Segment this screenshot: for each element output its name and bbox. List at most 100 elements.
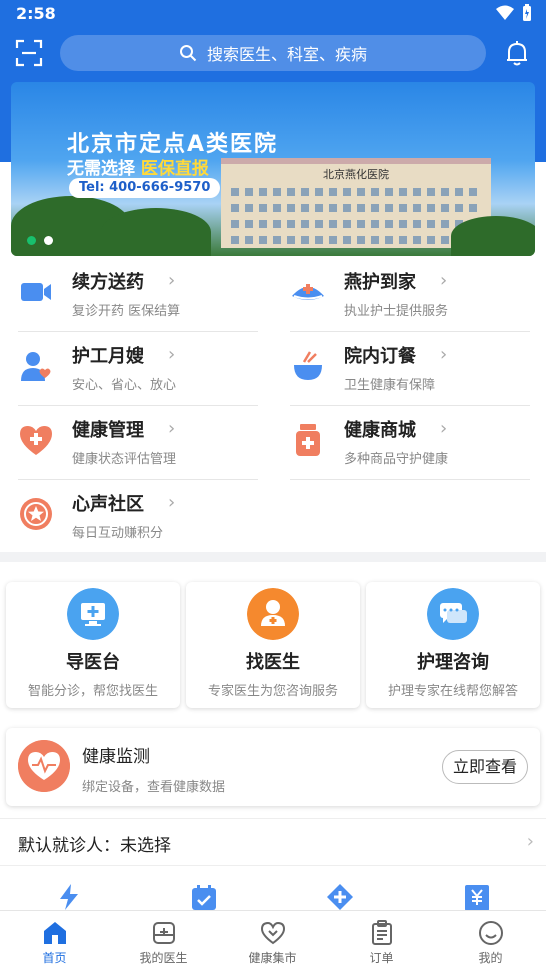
tree-graphic: [451, 216, 535, 256]
card-desc: 专家医生为您咨询服务: [207, 684, 338, 699]
caregiver-icon: [21, 352, 51, 381]
chevron-right-icon: ›: [526, 831, 534, 852]
service-desc: 多种商品守护健康: [344, 452, 449, 467]
service-item-meal-order[interactable]: 院内订餐 › 卫生健康有保障: [290, 332, 530, 406]
divider: [290, 479, 530, 480]
view-now-button[interactable]: 立即查看: [442, 750, 528, 784]
chevron-right-icon: ›: [440, 344, 448, 365]
lightning-icon[interactable]: [54, 882, 84, 912]
search-icon: [179, 45, 197, 62]
notification-button[interactable]: [502, 38, 532, 68]
service-name: 续方送药: [72, 272, 144, 293]
window-row: [231, 236, 481, 244]
card-find-doctor[interactable]: 找医生 专家医生为您咨询服务: [186, 582, 360, 708]
search-placeholder: 搜索医生、科室、疾病: [206, 45, 367, 64]
service-item-prescription-delivery[interactable]: 续方送药 › 复诊开药 医保结算: [18, 258, 258, 332]
banner-subtitle-highlight: 医保直报: [140, 159, 209, 179]
smile-icon: [479, 921, 503, 945]
service-desc: 每日互动赚积分: [72, 526, 164, 541]
service-desc: 复诊开药 医保结算: [72, 304, 181, 319]
status-bar: 2:58: [0, 0, 546, 28]
service-item-caregiver[interactable]: 护工月嫂 › 安心、省心、放心: [18, 332, 258, 406]
service-item-health-mall[interactable]: 健康商城 › 多种商品守护健康: [290, 406, 530, 480]
service-name: 院内订餐: [344, 346, 416, 367]
diamond-plus-icon[interactable]: [325, 882, 355, 912]
card-nursing-consult[interactable]: 护理咨询 护理专家在线帮您解答: [366, 582, 540, 708]
service-name: 健康管理: [72, 420, 144, 441]
tab-label: 订单: [369, 951, 394, 965]
service-desc: 卫生健康有保障: [344, 378, 436, 393]
service-name: 心声社区: [72, 494, 144, 515]
card-title: 找医生: [246, 652, 300, 673]
tab-label: 我的: [478, 951, 503, 965]
tab-orders[interactable]: 订单: [327, 911, 436, 968]
service-name: 燕护到家: [344, 272, 416, 293]
nurse-cap-icon: [292, 284, 324, 300]
banner-phone: Tel: 400-666-9570: [69, 178, 221, 198]
scan-button[interactable]: [14, 38, 44, 68]
service-name: 健康商城: [344, 420, 416, 441]
chat-bubbles-icon: [427, 588, 479, 640]
tab-health-market[interactable]: 健康集市: [218, 911, 327, 968]
scan-icon: [15, 39, 43, 67]
medicine-bottle-icon: [296, 424, 320, 456]
yuan-bill-icon[interactable]: [462, 882, 492, 912]
calendar-check-icon[interactable]: [189, 882, 219, 912]
card-desc: 智能分诊，帮您找医生: [27, 684, 158, 699]
service-item-health-management[interactable]: 健康管理 › 健康状态评估管理: [18, 406, 258, 480]
banner-subtitle-prefix: 无需选择: [67, 159, 141, 179]
status-time: 2:58: [16, 4, 56, 23]
star-badge-icon: [20, 498, 52, 530]
service-item-community[interactable]: 心声社区 › 每日互动赚积分: [18, 480, 258, 554]
doctor-icon: [247, 588, 299, 640]
chevron-right-icon: ›: [168, 270, 176, 291]
home-icon: [44, 922, 66, 944]
default-patient-row[interactable]: 默认就诊人：未选择 ›: [0, 818, 546, 866]
card-desc: 护理专家在线帮您解答: [387, 684, 518, 699]
meal-bowl-icon: [294, 351, 322, 380]
carousel-dot[interactable]: [44, 236, 53, 245]
health-monitor-card[interactable]: 健康监测 绑定设备，查看健康数据 立即查看: [6, 728, 540, 806]
service-desc: 执业护士提供服务: [344, 304, 449, 319]
carousel-dot[interactable]: [27, 236, 36, 245]
tab-home[interactable]: 首页: [0, 911, 109, 968]
home-screen: 2:58 搜索医生、科室、疾病 北京燕化医院 北京市定点A类医院 无需选择 医保…: [0, 0, 546, 968]
doctor-bag-icon: [153, 922, 175, 944]
card-guide-desk[interactable]: 导医台 智能分诊，帮您找医生: [6, 582, 180, 708]
wifi-icon: [496, 5, 514, 20]
banner-subtitle: 无需选择 医保直报: [67, 154, 209, 179]
service-item-home-nursing[interactable]: 燕护到家 › 执业护士提供服务: [290, 258, 530, 332]
default-patient-label: 默认就诊人：未选择: [18, 836, 171, 856]
heart-plus-icon: [20, 426, 52, 455]
chevron-right-icon: ›: [168, 418, 176, 439]
window-row: [231, 188, 481, 196]
card-title: 护理咨询: [417, 652, 489, 673]
search-input[interactable]: 搜索医生、科室、疾病: [60, 35, 486, 71]
status-icons: [496, 4, 532, 22]
service-desc: 健康状态评估管理: [72, 452, 177, 467]
hospital-sign: 北京燕化医院: [323, 168, 389, 181]
service-name: 护工月嫂: [72, 346, 144, 367]
card-title: 导医台: [66, 652, 120, 673]
promo-banner[interactable]: 北京燕化医院 北京市定点A类医院 无需选择 医保直报 Tel: 400-666-…: [11, 82, 535, 256]
heart-pulse-icon: [18, 740, 70, 792]
monitor-plus-icon: [67, 588, 119, 640]
clipboard-icon: [372, 920, 392, 945]
service-desc: 安心、省心、放心: [72, 378, 177, 393]
window-row: [231, 220, 481, 228]
chevron-right-icon: ›: [168, 344, 176, 365]
section-divider: [0, 552, 546, 562]
tab-label: 健康集市: [248, 951, 297, 965]
video-camera-icon: [21, 283, 51, 301]
window-row: [231, 204, 481, 212]
heart-outline-icon: [260, 921, 286, 945]
tab-my-doctor[interactable]: 我的医生: [109, 911, 218, 968]
carousel-indicator: [27, 236, 53, 245]
health-monitor-desc: 绑定设备，查看健康数据: [82, 780, 226, 795]
tab-label: 首页: [42, 951, 67, 965]
tab-me[interactable]: 我的: [436, 911, 545, 968]
bell-icon: [507, 41, 527, 66]
battery-icon: [523, 4, 531, 21]
health-monitor-title: 健康监测: [82, 747, 150, 767]
tree-graphic: [101, 208, 211, 256]
